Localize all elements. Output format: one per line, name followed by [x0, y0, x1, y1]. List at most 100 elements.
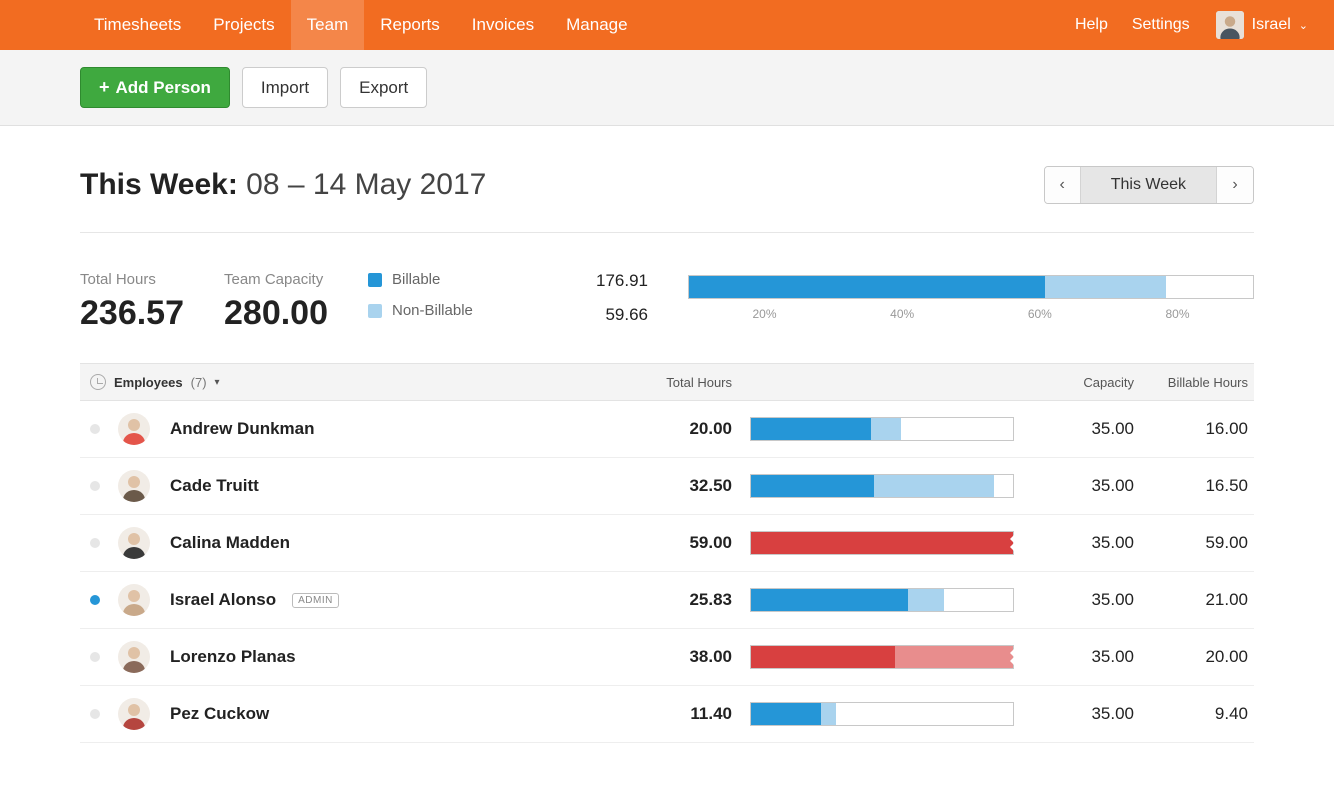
user-menu[interactable]: Israel ⌄ — [1202, 11, 1322, 39]
prev-period-button[interactable]: ‹ — [1045, 167, 1081, 203]
billable-segment — [751, 418, 871, 440]
employee-name: Cade Truitt — [170, 476, 259, 496]
total-hours-value: 25.83 — [689, 590, 732, 609]
table-header: Employees (7) ▾ Total Hours Capacity Bil… — [80, 363, 1254, 401]
total-hours-value: 38.00 — [689, 647, 732, 666]
utilization-bar — [750, 531, 1014, 555]
nav-item-projects[interactable]: Projects — [197, 0, 290, 50]
employee-name: Lorenzo Planas — [170, 647, 296, 667]
chevron-left-icon: ‹ — [1060, 176, 1065, 194]
employee-name: Andrew Dunkman — [170, 419, 315, 439]
billable-hours-value: 16.50 — [1205, 476, 1248, 495]
total-hours-value: 11.40 — [690, 704, 732, 723]
tick-label: 40% — [837, 307, 967, 321]
title-range: 08 – 14 May 2017 — [246, 168, 486, 201]
stat-label: Total Hours — [80, 271, 184, 288]
legend-billable: Billable — [368, 271, 548, 288]
table-row[interactable]: Pez Cuckow11.4035.009.40 — [80, 686, 1254, 743]
avatar — [1216, 11, 1244, 39]
employee-name: Pez Cuckow — [170, 704, 269, 724]
capacity-value: 35.00 — [1091, 476, 1134, 495]
swatch-nonbillable-icon — [368, 304, 382, 318]
column-employees-dropdown[interactable]: Employees (7) ▾ — [80, 374, 600, 390]
column-employees-count: (7) — [191, 375, 207, 390]
employee-name: Calina Madden — [170, 533, 290, 553]
utilization-bar — [750, 588, 1014, 612]
tick-label: 80% — [1112, 307, 1242, 321]
legend-nonbillable-label: Non-Billable — [392, 302, 473, 319]
avatar — [118, 527, 150, 559]
stat-value: 280.00 — [224, 294, 328, 333]
overall-bar — [688, 275, 1254, 299]
billable-segment — [751, 646, 895, 668]
presence-indicator-icon — [90, 709, 100, 719]
column-capacity: Capacity — [1034, 375, 1134, 390]
presence-indicator-icon — [90, 481, 100, 491]
top-nav: TimesheetsProjectsTeamReportsInvoicesMan… — [0, 0, 1334, 50]
tick-label: 20% — [699, 307, 829, 321]
avatar — [118, 584, 150, 616]
utilization-bar — [750, 645, 1014, 669]
add-person-button[interactable]: + Add Person — [80, 67, 230, 108]
billable-segment — [751, 703, 821, 725]
billable-segment — [751, 475, 874, 497]
tick-label: 60% — [975, 307, 1105, 321]
total-hours-value: 32.50 — [689, 476, 732, 495]
table-row[interactable]: Cade Truitt 32.50 35.00 16.50 — [80, 458, 1254, 515]
legend-values: 176.91 59.66 — [588, 271, 648, 325]
legend-nonbillable: Non-Billable — [368, 302, 548, 319]
add-person-label: Add Person — [116, 78, 211, 98]
nav-item-team[interactable]: Team — [291, 0, 365, 50]
toolbar: + Add Person Import Export — [0, 50, 1334, 126]
legend: Billable Non-Billable — [368, 271, 548, 319]
nonbillable-segment — [895, 646, 1013, 668]
employee-name: Israel Alonso — [170, 590, 276, 610]
nonbillable-value: 59.66 — [588, 305, 648, 325]
billable-segment — [751, 532, 1013, 554]
nonbillable-segment — [874, 475, 994, 497]
avatar — [118, 641, 150, 673]
period-navigator: ‹ This Week › — [1044, 166, 1254, 204]
export-button[interactable]: Export — [340, 67, 427, 108]
table-row[interactable]: Lorenzo Planas38.0035.0020.00 — [80, 629, 1254, 686]
summary-panel: Total Hours 236.57 Team Capacity 280.00 … — [80, 233, 1254, 363]
import-button[interactable]: Import — [242, 67, 328, 108]
nonbillable-segment — [908, 589, 944, 611]
billable-hours-value: 59.00 — [1205, 533, 1248, 552]
table-row[interactable]: Israel AlonsoADMIN25.8335.0021.00 — [80, 572, 1254, 629]
presence-indicator-icon — [90, 424, 100, 434]
overall-nonbillable-segment — [1045, 276, 1165, 298]
period-label-button[interactable]: This Week — [1081, 167, 1217, 203]
column-employees-label: Employees — [114, 375, 183, 390]
tick-row: 20% 40% 60% 80% — [688, 307, 1254, 321]
title-strong: This Week: — [80, 168, 238, 201]
admin-badge: ADMIN — [292, 593, 339, 608]
nav-settings[interactable]: Settings — [1120, 0, 1202, 50]
next-period-button[interactable]: › — [1217, 167, 1253, 203]
legend-billable-label: Billable — [392, 271, 440, 288]
capacity-value: 35.00 — [1091, 533, 1134, 552]
user-name: Israel — [1252, 16, 1291, 34]
billable-hours-value: 20.00 — [1205, 647, 1248, 666]
stat-label: Team Capacity — [224, 271, 328, 288]
billable-segment — [751, 589, 908, 611]
nav-item-invoices[interactable]: Invoices — [456, 0, 550, 50]
nav-item-manage[interactable]: Manage — [550, 0, 643, 50]
overall-chart: 20% 40% 60% 80% — [688, 275, 1254, 321]
nonbillable-segment — [871, 418, 901, 440]
chevron-down-icon: ⌄ — [1299, 19, 1308, 32]
presence-indicator-icon — [90, 538, 100, 548]
overall-billable-segment — [689, 276, 1045, 298]
column-billable-hours: Billable Hours — [1134, 375, 1254, 390]
presence-indicator-icon — [90, 652, 100, 662]
presence-indicator-icon — [90, 595, 100, 605]
table-body: Andrew Dunkman20.0035.0016.00Cade Truitt… — [80, 401, 1254, 743]
table-row[interactable]: Andrew Dunkman20.0035.0016.00 — [80, 401, 1254, 458]
plus-icon: + — [99, 77, 110, 98]
nav-help[interactable]: Help — [1063, 0, 1120, 50]
stat-value: 236.57 — [80, 294, 184, 333]
table-row[interactable]: Calina Madden59.0035.0059.00 — [80, 515, 1254, 572]
nav-item-reports[interactable]: Reports — [364, 0, 456, 50]
capacity-value: 35.00 — [1091, 704, 1134, 723]
nav-item-timesheets[interactable]: Timesheets — [78, 0, 197, 50]
